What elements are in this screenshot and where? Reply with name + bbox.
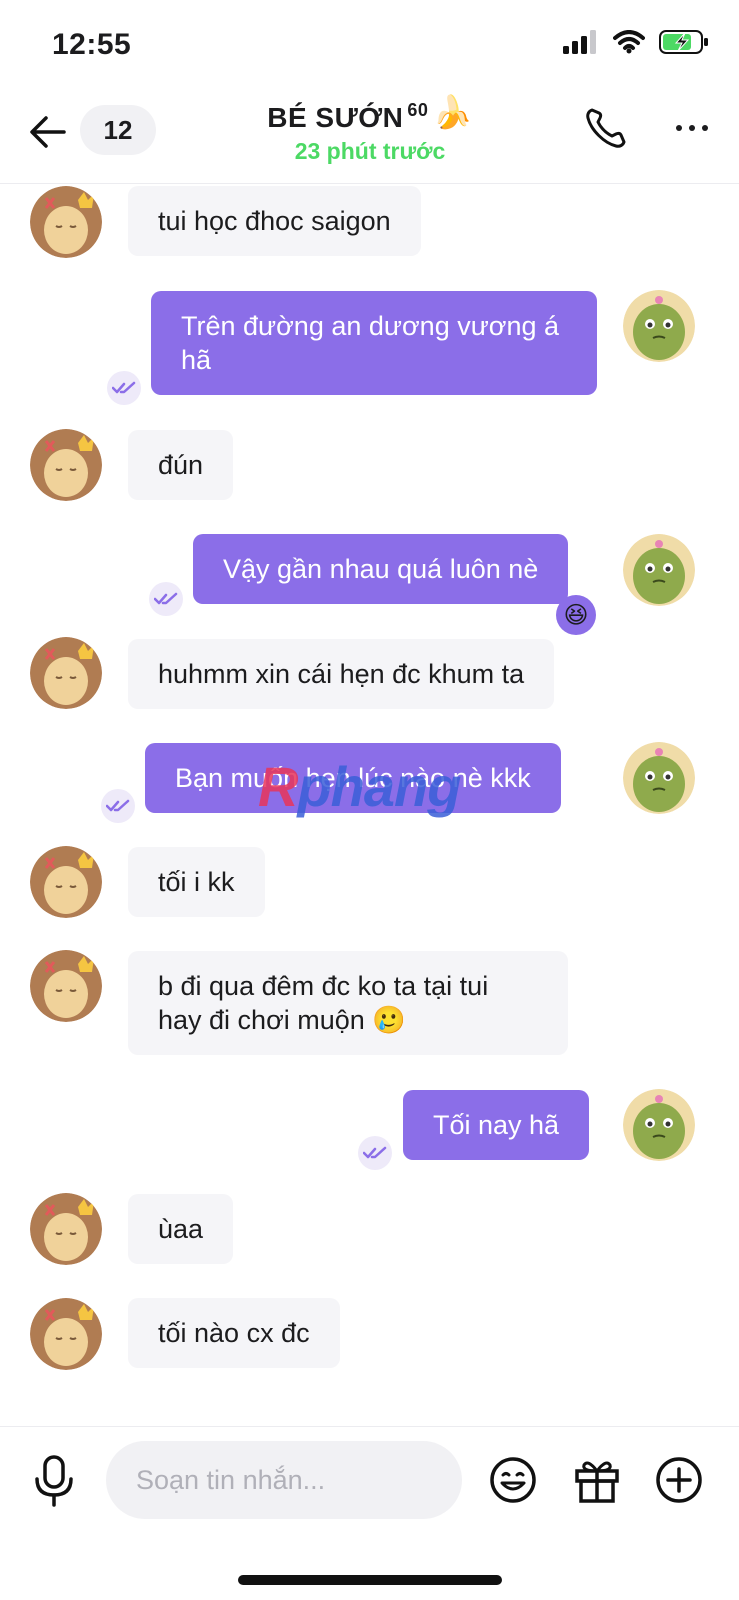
phone-icon bbox=[586, 108, 626, 148]
status-time: 12:55 bbox=[52, 28, 132, 61]
chat-header: 12 BÉ SƯỚN 60 🍌 23 phút trước bbox=[0, 88, 739, 184]
my-avatar[interactable] bbox=[623, 742, 695, 814]
watermark-logo: Rphang bbox=[258, 755, 461, 818]
voice-message-button[interactable] bbox=[30, 1453, 78, 1509]
call-button[interactable] bbox=[582, 104, 630, 152]
wifi-icon bbox=[613, 30, 645, 54]
message-bubble-outgoing[interactable]: Vậy gần nhau quá luôn nè bbox=[193, 534, 569, 604]
chat-title-area[interactable]: BÉ SƯỚN 60 🍌 23 phút trước bbox=[200, 96, 540, 165]
emoji-button[interactable] bbox=[488, 1455, 538, 1505]
emoji-icon bbox=[490, 1457, 536, 1503]
contact-avatar[interactable] bbox=[30, 429, 102, 501]
message-bubble-incoming[interactable]: tui học đhoc saigon bbox=[128, 186, 421, 256]
double-check-icon bbox=[154, 592, 178, 605]
contact-avatar[interactable] bbox=[30, 637, 102, 709]
message-composer bbox=[0, 1426, 739, 1600]
status-icons bbox=[563, 30, 709, 54]
gift-button[interactable] bbox=[572, 1455, 622, 1505]
message-bubble-outgoing[interactable]: Tối nay hã bbox=[403, 1090, 590, 1160]
contact-avatar[interactable] bbox=[30, 186, 102, 258]
message-bubble-incoming[interactable]: huhmm xin cái hẹn đc khum ta bbox=[128, 639, 555, 709]
home-indicator[interactable] bbox=[238, 1575, 502, 1585]
plus-circle-icon bbox=[656, 1457, 702, 1503]
message-bubble-incoming[interactable]: b đi qua đêm đc ko ta tại tui hay đi chơ… bbox=[128, 951, 568, 1055]
seen-indicator bbox=[107, 371, 141, 405]
reaction-badge[interactable]: 😆 bbox=[556, 595, 596, 635]
message-bubble-incoming[interactable]: tối i kk bbox=[128, 847, 265, 917]
message-bubble-outgoing[interactable]: Trên đường an dương vương á hã bbox=[151, 291, 597, 395]
message-list[interactable]: tui học đhoc saigon Trên đường an dương … bbox=[0, 184, 739, 1426]
seen-indicator bbox=[149, 582, 183, 616]
chat-title: BÉ SƯỚN 60 🍌 bbox=[267, 96, 473, 134]
more-options-button[interactable] bbox=[668, 106, 716, 150]
microphone-icon bbox=[35, 1455, 73, 1507]
double-check-icon bbox=[106, 799, 130, 812]
chat-title-sup: 60 bbox=[407, 100, 429, 120]
add-attachment-button[interactable] bbox=[654, 1455, 704, 1505]
signal-icon bbox=[563, 30, 596, 54]
double-check-icon bbox=[363, 1146, 387, 1159]
battery-charging-icon bbox=[659, 30, 708, 54]
back-button[interactable] bbox=[26, 110, 70, 154]
contact-avatar[interactable] bbox=[30, 1193, 102, 1265]
seen-indicator bbox=[101, 789, 135, 823]
gift-icon bbox=[575, 1461, 619, 1503]
banana-emoji: 🍌 bbox=[432, 94, 473, 130]
unread-count-badge[interactable]: 12 bbox=[80, 105, 156, 155]
my-avatar[interactable] bbox=[623, 534, 695, 606]
more-dots-icon bbox=[676, 125, 682, 131]
my-avatar[interactable] bbox=[623, 1089, 695, 1161]
chat-title-text: BÉ SƯỚN bbox=[267, 102, 404, 133]
arrow-left-icon bbox=[30, 116, 66, 148]
contact-avatar[interactable] bbox=[30, 1298, 102, 1370]
message-bubble-incoming[interactable]: ùaa bbox=[128, 1194, 234, 1264]
my-avatar[interactable] bbox=[623, 290, 695, 362]
contact-avatar[interactable] bbox=[30, 846, 102, 918]
last-active-status: 23 phút trước bbox=[294, 138, 446, 164]
double-check-icon bbox=[112, 381, 136, 394]
contact-avatar[interactable] bbox=[30, 950, 102, 1022]
message-input[interactable] bbox=[106, 1441, 462, 1519]
message-bubble-incoming[interactable]: đún bbox=[128, 430, 234, 500]
message-bubble-incoming[interactable]: tối nào cx đc bbox=[128, 1298, 340, 1368]
status-bar: 12:55 bbox=[0, 0, 739, 88]
seen-indicator bbox=[358, 1136, 392, 1170]
